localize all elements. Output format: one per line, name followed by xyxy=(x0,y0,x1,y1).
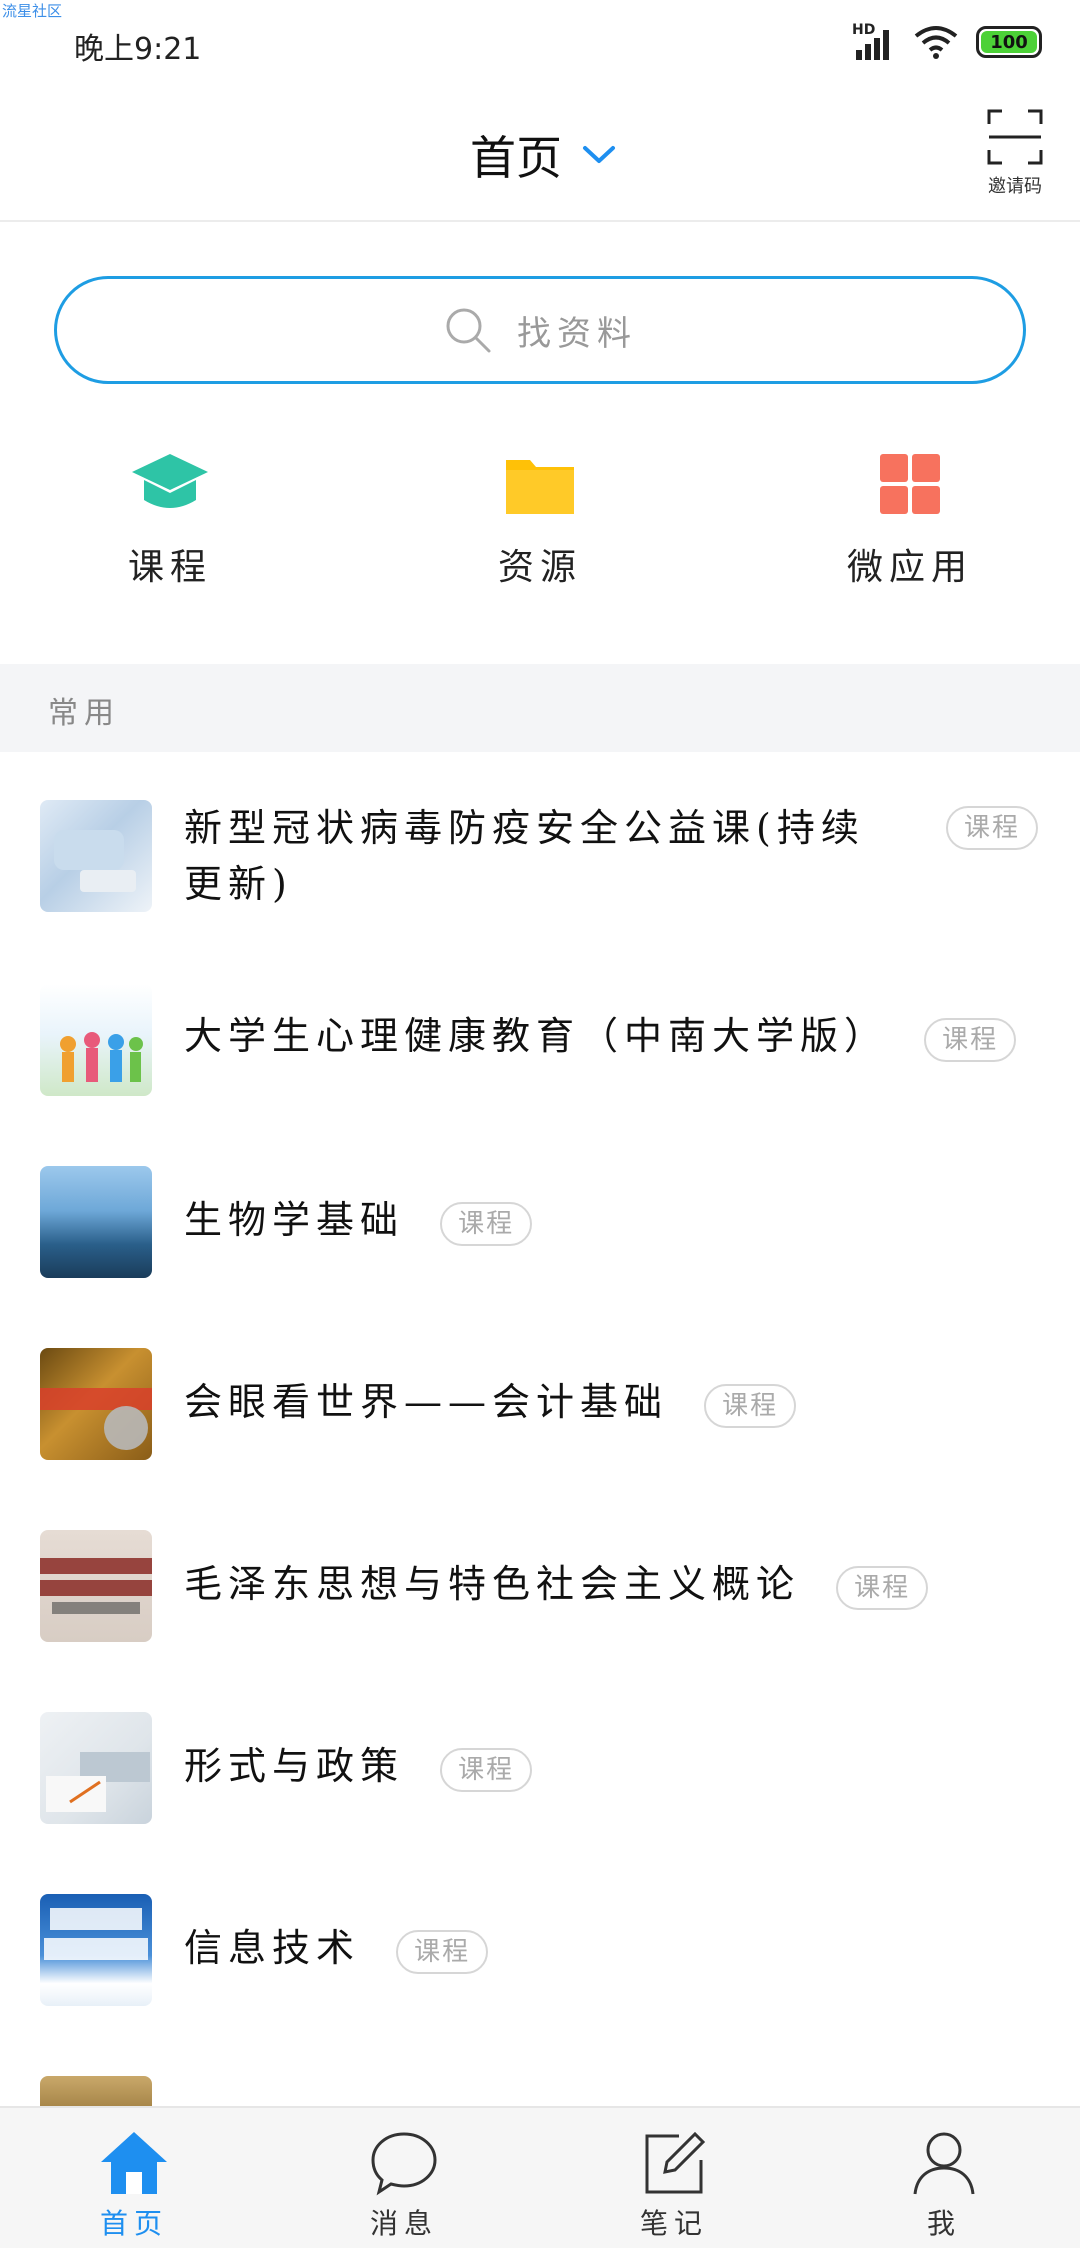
section-header-common: 常用 xyxy=(0,664,1080,752)
course-badge: 课程 xyxy=(440,1201,533,1246)
home-icon xyxy=(101,2132,167,2194)
course-thumbnail xyxy=(40,984,152,1096)
course-thumbnail xyxy=(40,1894,152,2006)
course-item[interactable]: 新型冠状病毒防疫安全公益课(持续更新) 课程 xyxy=(0,800,1080,950)
top-header: 首页 邀请码 xyxy=(0,84,1080,222)
scan-frame-icon xyxy=(987,109,1043,165)
bottom-navigation: 首页 消息 笔记 我 xyxy=(0,2106,1080,2248)
nav-home[interactable]: 首页 xyxy=(64,2128,204,2242)
apps-grid-icon xyxy=(880,454,940,514)
battery-level: 100 xyxy=(981,31,1037,53)
course-item[interactable] xyxy=(0,2076,1080,2106)
quick-entry-resources[interactable]: 资源 xyxy=(430,450,650,590)
course-title-wrap: 信息技术 课程 xyxy=(184,1920,489,1976)
course-item[interactable]: 形式与政策 课程 xyxy=(0,1712,1080,1824)
invite-code-button[interactable]: 邀请码 xyxy=(980,108,1050,198)
section-title: 常用 xyxy=(48,696,120,731)
course-title: 会眼看世界——会计基础 xyxy=(184,1380,669,1424)
nav-label: 笔记 xyxy=(639,2207,708,2240)
status-icons: HD 100 xyxy=(852,22,1042,62)
nav-messages[interactable]: 消息 xyxy=(334,2128,474,2242)
quick-entry-label: 微应用 xyxy=(846,547,973,588)
course-title: 大学生心理健康教育（中南大学版） xyxy=(184,1014,889,1058)
course-badge: 课程 xyxy=(704,1383,797,1428)
nav-label: 我 xyxy=(926,2207,961,2240)
course-badge: 课程 xyxy=(396,1929,489,1974)
page-title-dropdown[interactable]: 首页 xyxy=(470,122,616,188)
search-input[interactable]: 找资料 xyxy=(54,276,1026,384)
course-title-wrap: 大学生心理健康教育（中南大学版） 课程 xyxy=(184,1008,1017,1064)
course-thumbnail xyxy=(40,1348,152,1460)
course-item[interactable]: 生物学基础 课程 xyxy=(0,1166,1080,1278)
course-title-wrap: 会眼看世界——会计基础 课程 xyxy=(184,1374,797,1430)
course-item[interactable]: 大学生心理健康教育（中南大学版） 课程 xyxy=(0,984,1080,1096)
course-badge: 课程 xyxy=(924,1017,1017,1062)
course-item[interactable]: 信息技术 课程 xyxy=(0,1894,1080,2006)
chevron-down-icon xyxy=(583,146,615,163)
course-badge: 课程 xyxy=(440,1747,533,1792)
course-thumbnail xyxy=(40,1166,152,1278)
course-title-wrap: 形式与政策 课程 xyxy=(184,1738,533,1794)
course-badge: 课程 xyxy=(836,1565,929,1610)
folder-icon xyxy=(506,460,574,514)
nav-label: 首页 xyxy=(99,2207,168,2240)
nav-label: 消息 xyxy=(369,2207,438,2240)
course-title-wrap: 新型冠状病毒防疫安全公益课(持续更新) 课程 xyxy=(184,800,1064,912)
note-icon xyxy=(645,2131,706,2194)
search-icon xyxy=(446,308,491,353)
search-placeholder: 找资料 xyxy=(517,313,637,354)
course-title: 毛泽东思想与特色社会主义概论 xyxy=(184,1562,801,1606)
course-title: 形式与政策 xyxy=(184,1744,405,1788)
quick-entry-label: 课程 xyxy=(127,547,212,588)
course-title: 新型冠状病毒防疫安全公益课(持续更新) xyxy=(184,806,865,906)
nav-profile[interactable]: 我 xyxy=(874,2128,1014,2242)
wifi-icon xyxy=(914,26,958,59)
nav-notes[interactable]: 笔记 xyxy=(604,2128,744,2242)
course-thumbnail xyxy=(40,2076,152,2106)
profile-icon xyxy=(913,2132,975,2195)
signal-icon: HD xyxy=(852,22,896,60)
graduation-cap-icon xyxy=(132,454,208,508)
message-icon xyxy=(371,2132,437,2196)
course-thumbnail xyxy=(40,1712,152,1824)
quick-entry-micro-apps[interactable]: 微应用 xyxy=(800,450,1020,590)
course-title: 信息技术 xyxy=(184,1926,361,1970)
course-title-wrap: 毛泽东思想与特色社会主义概论 课程 xyxy=(184,1556,929,1612)
battery-icon: 100 xyxy=(976,26,1042,58)
quick-entries: 课程 资源 微应用 xyxy=(0,450,1080,600)
status-bar: 晚上9:21 HD 100 xyxy=(0,0,1080,84)
network-type-label: HD xyxy=(852,22,876,38)
course-title: 生物学基础 xyxy=(184,1198,405,1242)
course-thumbnail xyxy=(40,1530,152,1642)
quick-entry-label: 资源 xyxy=(497,547,582,588)
status-time: 晚上9:21 xyxy=(74,32,202,67)
course-badge: 课程 xyxy=(946,806,1039,850)
course-title-wrap: 生物学基础 课程 xyxy=(184,1192,533,1248)
quick-entry-courses[interactable]: 课程 xyxy=(60,450,280,590)
invite-code-label: 邀请码 xyxy=(988,176,1042,197)
course-item[interactable]: 会眼看世界——会计基础 课程 xyxy=(0,1348,1080,1460)
course-item[interactable]: 毛泽东思想与特色社会主义概论 课程 xyxy=(0,1530,1080,1642)
page-title: 首页 xyxy=(470,131,562,185)
course-thumbnail xyxy=(40,800,152,912)
